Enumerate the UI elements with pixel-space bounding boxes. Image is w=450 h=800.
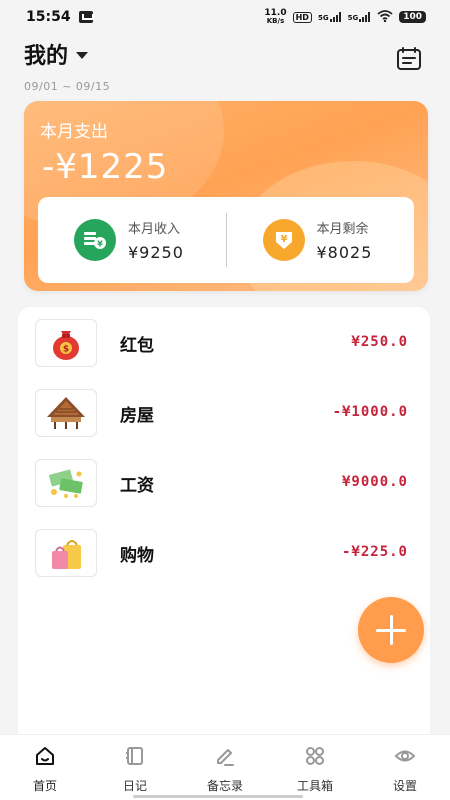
home-indicator: [133, 795, 303, 798]
network-speed: 11.0 KB/s: [264, 8, 287, 26]
chevron-down-icon: [76, 51, 89, 59]
signal-5g-icon: 5G: [318, 12, 342, 22]
remaining-money-icon: ¥: [262, 219, 305, 261]
header: 我的 09/01 ~ 09/15: [24, 38, 426, 98]
nav-item-toolbox[interactable]: 工具箱: [270, 735, 360, 800]
record-name: 工资: [120, 476, 154, 496]
record-amount: ¥250.0: [351, 334, 408, 350]
remaining-stat: ¥ 本月剩余 ¥8025: [227, 218, 415, 262]
income-glyph: ¥: [97, 240, 103, 249]
monthly-summary-card: 本月支出 -¥1225 ¥ 本月收入 ¥9250 ¥ 本月剩余 ¥8025: [24, 101, 428, 291]
list-item[interactable]: 购物 -¥225.0: [18, 517, 430, 587]
nav-label: 工具箱: [296, 779, 333, 793]
house-icon: [35, 389, 97, 437]
plus-icon: [376, 615, 406, 645]
signal-5g-icon-2: 5G: [348, 12, 372, 22]
date-range: 09/01 ~ 09/15: [24, 80, 111, 93]
svg-text:$: $: [63, 345, 69, 355]
income-coins-icon: ¥: [74, 219, 116, 261]
shopping-bag-icon: [35, 529, 97, 577]
nav-label: 日记: [122, 779, 147, 793]
memo-icon: [214, 745, 236, 767]
toolbox-icon: [304, 745, 326, 767]
bottom-nav: 首页 日记 备忘录 工具箱 设置: [0, 734, 450, 800]
add-record-button[interactable]: [358, 597, 424, 663]
list-item[interactable]: 房屋 -¥1000.0: [18, 377, 430, 447]
record-amount: -¥225.0: [341, 544, 408, 560]
account-switcher[interactable]: 我的: [24, 38, 426, 70]
remaining-label: 本月剩余: [316, 222, 369, 237]
expense-label: 本月支出: [40, 122, 108, 142]
remaining-amount: ¥8025: [316, 243, 373, 262]
records-list: $ 红包 ¥250.0 房屋 -¥1000.0 工资 ¥9000.0 购物 -¥…: [18, 307, 430, 747]
wifi-icon: [377, 9, 393, 25]
status-bar: 15:54 11.0 KB/s HD 5G 5G 100: [0, 0, 450, 34]
nav-label: 备忘录: [206, 779, 243, 793]
nav-item-memo[interactable]: 备忘录: [180, 735, 270, 800]
nav-item-settings[interactable]: 设置: [360, 735, 450, 800]
summary-stats: ¥ 本月收入 ¥9250 ¥ 本月剩余 ¥8025: [38, 197, 414, 283]
remaining-glyph: ¥: [280, 234, 287, 245]
nav-label: 首页: [32, 779, 57, 793]
income-stat: ¥ 本月收入 ¥9250: [38, 218, 226, 262]
nav-item-home[interactable]: 首页: [0, 735, 90, 800]
page-title: 我的: [24, 44, 69, 69]
record-amount: ¥9000.0: [341, 474, 408, 490]
list-item[interactable]: 工资 ¥9000.0: [18, 447, 430, 517]
nav-item-diary[interactable]: 日记: [90, 735, 180, 800]
income-label: 本月收入: [128, 222, 181, 237]
calendar-icon: [397, 47, 421, 70]
home-icon: [34, 745, 56, 767]
record-name: 购物: [120, 546, 154, 566]
record-name: 房屋: [120, 406, 154, 426]
record-name: 红包: [120, 336, 154, 356]
settings-icon: [394, 745, 416, 767]
nav-label: 设置: [392, 779, 417, 793]
money-icon: [35, 459, 97, 507]
hd-icon: HD: [292, 11, 312, 23]
diary-icon: [124, 745, 146, 767]
list-item[interactable]: $ 红包 ¥250.0: [18, 307, 430, 377]
status-time: 15:54: [26, 9, 71, 25]
income-amount: ¥9250: [128, 243, 184, 262]
record-amount: -¥1000.0: [332, 404, 408, 420]
calendar-button[interactable]: [396, 46, 422, 72]
expense-amount: -¥1225: [42, 147, 169, 187]
red-envelope-icon: $: [35, 319, 97, 367]
message-icon: [78, 11, 94, 23]
battery-icon: 100: [399, 11, 426, 23]
